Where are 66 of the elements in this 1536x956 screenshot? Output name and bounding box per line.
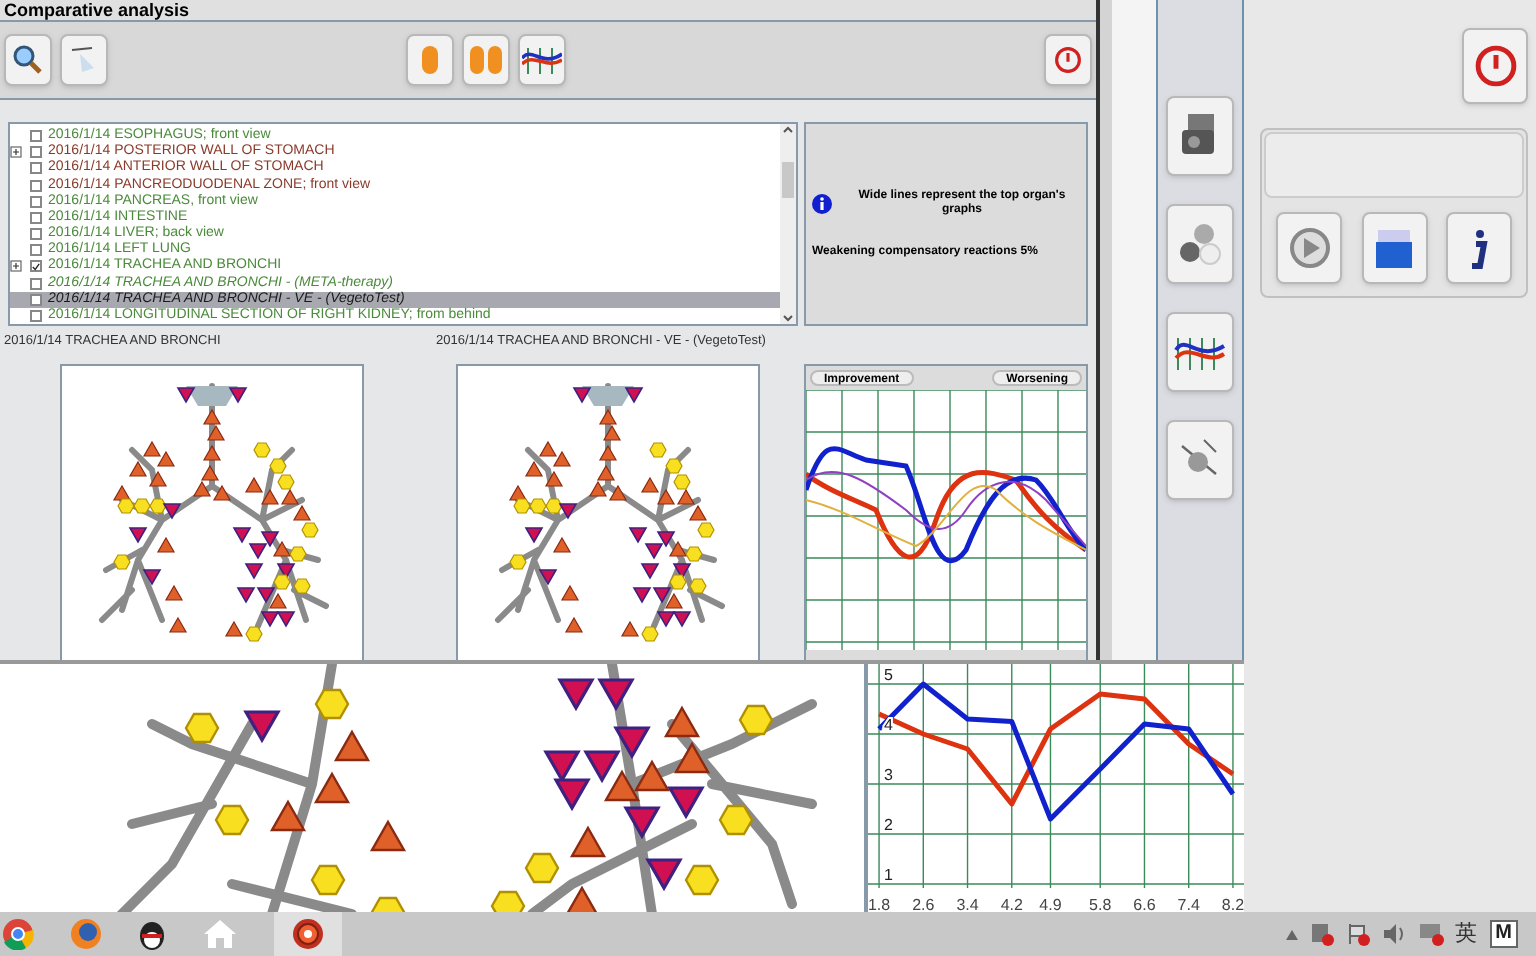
checkbox[interactable] [30, 293, 42, 306]
scroll-up-icon[interactable] [782, 124, 794, 136]
play-button[interactable] [1276, 212, 1342, 284]
checkbox[interactable] [30, 146, 42, 159]
expand-icon[interactable] [10, 146, 22, 159]
x-tick-label: 6.6 [1133, 896, 1156, 914]
y-tick-label: 5 [884, 666, 893, 684]
graph-icon [522, 44, 562, 76]
active-app-icon[interactable] [274, 912, 342, 956]
window-title: Comparative analysis [4, 0, 190, 20]
y-tick-label: 2 [884, 816, 893, 834]
browser-icon[interactable] [2, 918, 34, 950]
checkbox[interactable] [30, 195, 42, 208]
x-tick-label: 4.2 [1000, 896, 1023, 914]
satellite-button[interactable] [1166, 420, 1234, 500]
search-icon [12, 44, 44, 76]
monitor-warning-icon[interactable] [1417, 922, 1444, 946]
x-tick-label: 3.4 [956, 896, 979, 914]
single-view-button[interactable] [406, 34, 454, 86]
checkbox[interactable] [30, 277, 42, 290]
input-mode[interactable]: M [1489, 920, 1518, 948]
power-icon [1473, 44, 1517, 88]
graph-button[interactable] [1166, 312, 1234, 392]
info-button[interactable] [1446, 212, 1512, 284]
power-button[interactable] [1462, 28, 1528, 104]
search-button[interactable] [4, 34, 52, 86]
x-tick-label: 1.8 [868, 896, 891, 914]
target-icon [292, 918, 324, 950]
checkbox[interactable] [30, 211, 42, 224]
checkbox[interactable] [30, 260, 42, 273]
fox-browser-icon[interactable] [70, 918, 102, 950]
checkbox[interactable] [30, 179, 42, 192]
network-warning-icon[interactable] [1309, 922, 1334, 946]
checkbox[interactable] [30, 130, 42, 143]
x-tick-label: 5.8 [1089, 896, 1112, 914]
hexagons-button[interactable] [1166, 204, 1234, 284]
y-tick-label: 3 [884, 766, 893, 784]
x-tick-label: 4.9 [1039, 896, 1062, 914]
checkbox[interactable] [30, 244, 42, 257]
scroll-thumb[interactable] [782, 162, 794, 199]
flag-warning-icon[interactable] [1345, 922, 1370, 946]
play-icon [1287, 226, 1331, 270]
speaker-icon[interactable] [1381, 922, 1406, 946]
input-language[interactable]: 英 [1455, 922, 1478, 946]
folder-button[interactable] [1361, 212, 1427, 284]
expand-icon[interactable] [10, 260, 22, 273]
capsules-icon [468, 44, 504, 76]
scroll-down-icon[interactable] [782, 311, 794, 324]
info-icon [812, 193, 832, 213]
power-button[interactable] [1044, 34, 1092, 86]
folder-icon [1372, 224, 1416, 272]
tray-expand-icon[interactable] [1285, 929, 1298, 939]
capsule-icon [420, 44, 440, 76]
checkbox[interactable] [30, 162, 42, 175]
penguin-icon[interactable] [138, 918, 166, 950]
x-tick-label: 8.2 [1221, 896, 1244, 914]
power-icon [1054, 46, 1082, 74]
scrollbar[interactable] [780, 124, 796, 324]
hexagons-icon [1176, 220, 1224, 268]
graph-button[interactable] [518, 34, 566, 86]
y-tick-label: 1 [884, 866, 893, 884]
x-tick-label: 7.4 [1177, 896, 1200, 914]
checkbox[interactable] [30, 309, 42, 322]
machine-button[interactable] [1166, 96, 1234, 176]
checkbox[interactable] [30, 228, 42, 241]
x-tick-label: 2.6 [912, 896, 935, 914]
